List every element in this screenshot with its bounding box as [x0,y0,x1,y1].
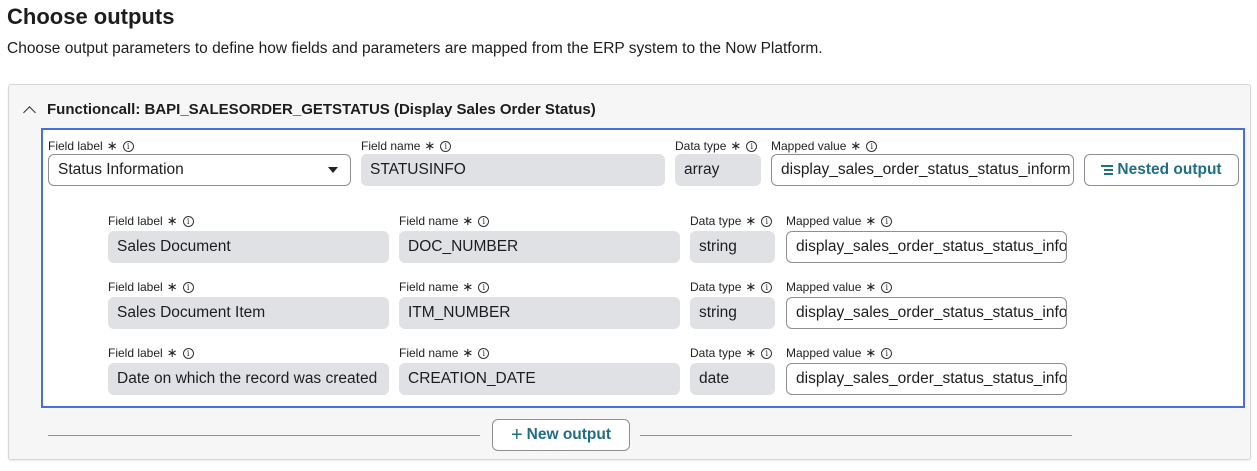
field-name-field: STATUSINFO [361,154,665,186]
data-type-label: Data type ∗ i [690,279,773,295]
data-type-field: array [675,154,761,186]
info-icon[interactable]: i [881,215,893,227]
section-title: Functioncall: BAPI_SALESORDER_GETSTATUS … [47,101,596,118]
required-mark: ∗ [865,213,877,228]
new-output-button[interactable]: + New output [492,419,630,451]
data-type-field: string [690,231,775,263]
info-icon[interactable]: i [122,140,134,152]
data-type-field: date [690,363,775,395]
required-mark: ∗ [462,345,474,360]
divider-left [48,435,480,436]
required-mark: ∗ [166,279,178,294]
mapped-value-input[interactable]: display_sales_order_status_status_inform [771,154,1074,186]
required-mark: ∗ [166,345,178,360]
field-label-label: Field label ∗ i [48,138,134,154]
required-mark: ∗ [424,138,436,153]
field-name-label: Field name ∗ i [399,213,490,229]
data-type-label: Data type ∗ i [690,345,773,361]
plus-icon: + [510,424,523,446]
info-icon[interactable]: i [761,281,773,293]
field-label-label: Field label ∗ i [108,279,194,295]
mapped-value-label: Mapped value ∗ i [786,213,893,229]
chevron-down-icon [328,167,338,173]
field-label-field: Sales Document [108,231,389,263]
required-mark: ∗ [865,279,877,294]
info-icon[interactable]: i [761,347,773,359]
field-name-label: Field name ∗ i [361,138,452,154]
field-name-label: Field name ∗ i [399,279,490,295]
info-icon[interactable]: i [761,215,773,227]
data-type-label: Data type ∗ i [675,138,758,154]
info-icon[interactable]: i [746,140,758,152]
info-icon[interactable]: i [866,140,878,152]
mapped-value-input[interactable]: display_sales_order_status_status_info [786,231,1067,263]
info-icon[interactable]: i [478,215,490,227]
section-toggle[interactable]: Functioncall: BAPI_SALESORDER_GETSTATUS … [22,101,596,119]
divider-right [640,435,1072,436]
required-mark: ∗ [865,345,877,360]
info-icon[interactable]: i [440,140,452,152]
chevron-up-icon[interactable] [23,105,36,119]
mapped-value-label: Mapped value ∗ i [786,345,893,361]
required-mark: ∗ [730,138,742,153]
field-label-select[interactable]: Status Information [48,154,351,186]
required-mark: ∗ [462,213,474,228]
info-icon[interactable]: i [182,215,194,227]
page-description: Choose output parameters to define how f… [7,40,823,57]
info-icon[interactable]: i [478,347,490,359]
mapped-value-input[interactable]: display_sales_order_status_status_info [786,363,1067,395]
info-icon[interactable]: i [881,281,893,293]
info-icon[interactable]: i [182,347,194,359]
data-type-label: Data type ∗ i [690,213,773,229]
info-icon[interactable]: i [881,347,893,359]
field-label-field: Sales Document Item [108,297,389,329]
mapped-value-input[interactable]: display_sales_order_status_status_info [786,297,1067,329]
field-name-field: ITM_NUMBER [399,297,680,329]
page-title: Choose outputs [7,4,175,29]
required-mark: ∗ [462,279,474,294]
data-type-field: string [690,297,775,329]
field-label-field: Date on which the record was created [108,363,389,395]
required-mark: ∗ [166,213,178,228]
required-mark: ∗ [106,138,118,153]
field-label-label: Field label ∗ i [108,213,194,229]
nested-output-button[interactable]: Nested output [1084,154,1239,186]
field-name-label: Field name ∗ i [399,345,490,361]
info-icon[interactable]: i [182,281,194,293]
field-name-field: DOC_NUMBER [399,231,680,263]
field-name-field: CREATION_DATE [399,363,680,395]
field-label-label: Field label ∗ i [108,345,194,361]
info-icon[interactable]: i [478,281,490,293]
required-mark: ∗ [745,213,757,228]
required-mark: ∗ [850,138,862,153]
mapped-value-label: Mapped value ∗ i [771,138,878,154]
nested-list-icon [1101,165,1114,175]
mapped-value-label: Mapped value ∗ i [786,279,893,295]
required-mark: ∗ [745,345,757,360]
required-mark: ∗ [745,279,757,294]
